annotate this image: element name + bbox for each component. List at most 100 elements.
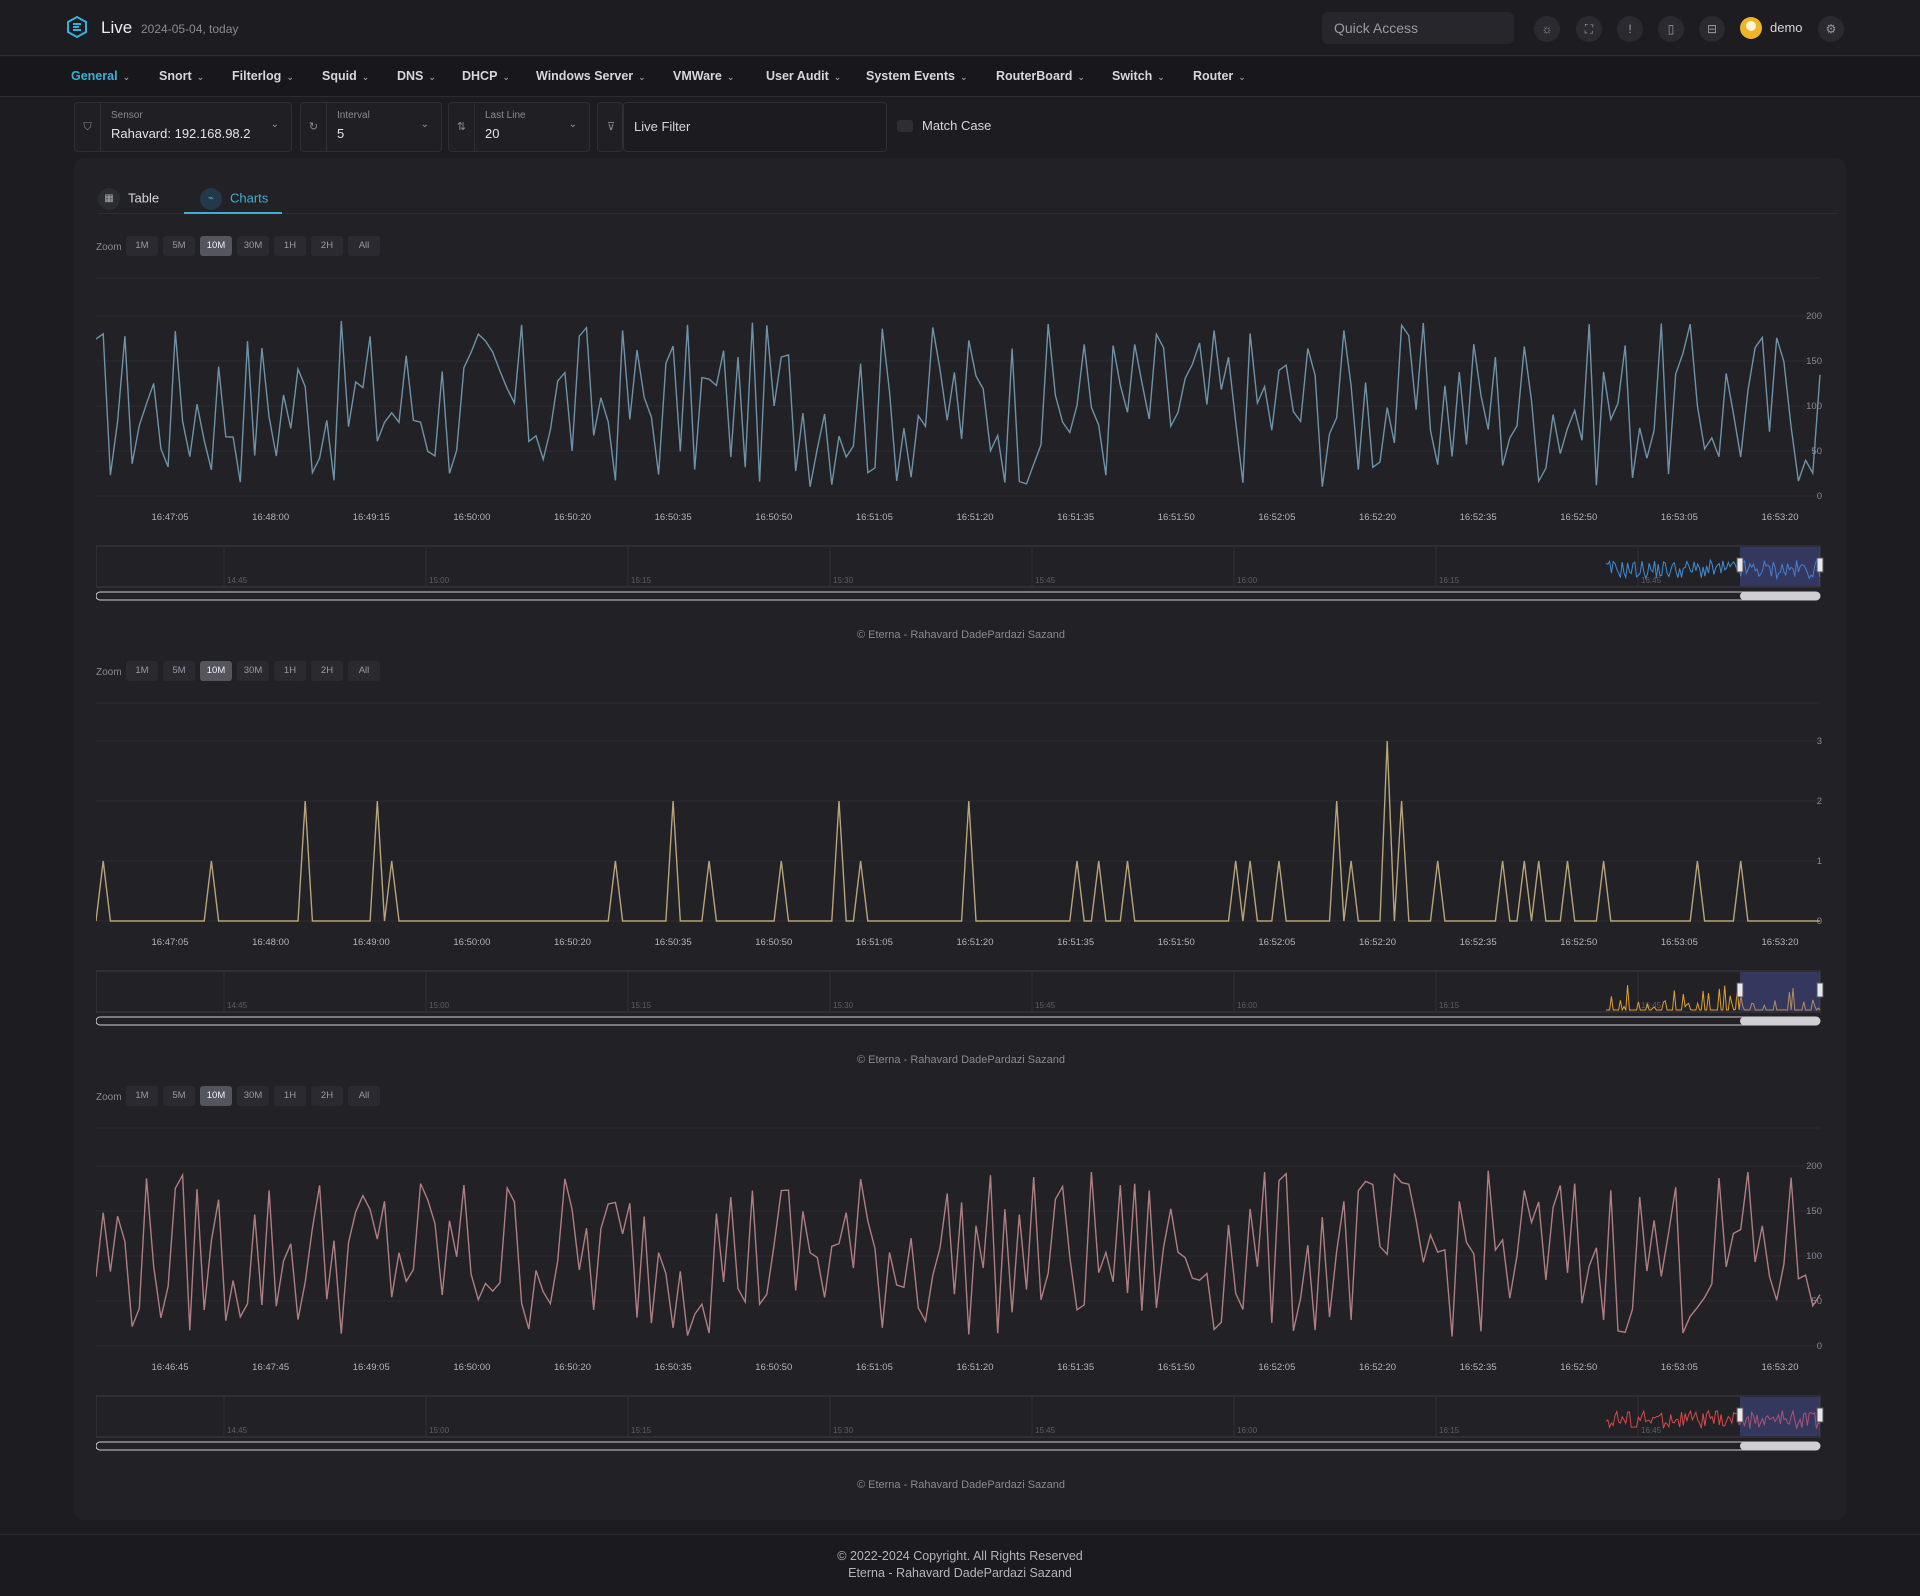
navigator-frame — [96, 1395, 1821, 1438]
chevron-down-icon: ⌄ — [286, 72, 294, 82]
nav-item-router[interactable]: Router ⌄ — [1193, 69, 1246, 83]
zoom-label: Zoom — [96, 242, 122, 253]
navigator-handle[interactable] — [1816, 982, 1824, 998]
zoom-button-all[interactable]: All — [348, 661, 380, 681]
x-tick-label: 16:51:05 — [856, 937, 893, 948]
navigator-tick-label: 15:30 — [833, 1426, 854, 1435]
nav-item-squid[interactable]: Squid ⌄ — [322, 69, 369, 83]
device-icon[interactable]: ▯ — [1658, 16, 1684, 42]
navigator-selection[interactable] — [1740, 1397, 1820, 1436]
navigator-tick-label: 15:00 — [429, 1001, 450, 1010]
nav-item-label: Snort — [159, 69, 192, 83]
nav-item-snort[interactable]: Snort ⌄ — [159, 69, 204, 83]
tab-table[interactable]: ▦ Table — [98, 180, 172, 214]
refresh-icon: ↻ — [301, 103, 327, 151]
x-tick-label: 16:51:50 — [1158, 937, 1195, 948]
nav-item-switch[interactable]: Switch ⌄ — [1112, 69, 1165, 83]
chevron-down-icon: ⌄ — [196, 72, 205, 82]
fullscreen-icon[interactable]: ⛶ — [1576, 16, 1602, 42]
x-tick-label: 16:47:45 — [252, 1362, 289, 1373]
nav-item-windows-server[interactable]: Windows Server ⌄ — [536, 69, 646, 83]
zoom-button-5m[interactable]: 5M — [163, 1086, 195, 1106]
scrollbar-thumb[interactable] — [1740, 1442, 1820, 1450]
quick-access-input[interactable]: Quick Access — [1322, 12, 1514, 44]
briefcase-icon[interactable]: ⊟ — [1699, 16, 1725, 42]
last-line-select[interactable]: ⇅ Last Line 20 ⌄ — [448, 102, 590, 152]
zoom-button-1m[interactable]: 1M — [126, 1086, 158, 1106]
line-chart-svg[interactable]: 20015010050016:46:45 16:47:45 16:49:05 16:5… — [96, 1116, 1826, 1496]
nav-item-filterlog[interactable]: Filterlog ⌄ — [232, 69, 294, 83]
nav-item-general[interactable]: General ⌄ — [71, 69, 130, 83]
navigator-handle[interactable] — [1736, 557, 1744, 573]
navigator-handle[interactable] — [1736, 982, 1744, 998]
scrollbar-thumb[interactable] — [1740, 592, 1820, 600]
scrollbar-thumb[interactable] — [1740, 1017, 1820, 1025]
user-name[interactable]: demo — [1770, 20, 1803, 35]
live-filter-input[interactable]: Live Filter — [623, 102, 887, 152]
tab-charts-label: Charts — [230, 190, 269, 206]
nav-item-label: Switch — [1112, 69, 1153, 83]
zoom-button-1m[interactable]: 1M — [126, 236, 158, 256]
navigator-selection[interactable] — [1740, 972, 1820, 1011]
app-title: Live — [101, 18, 133, 37]
x-tick-label: 16:52:35 — [1460, 937, 1497, 948]
sun-icon[interactable]: ☼ — [1534, 16, 1560, 42]
y-tick-label: 2 — [1817, 796, 1822, 807]
x-tick-label: 16:53:05 — [1661, 1362, 1698, 1373]
zoom-button-10m[interactable]: 10M — [200, 236, 232, 256]
navigator-tick-label: 14:45 — [227, 1426, 248, 1435]
eterna-logo-icon[interactable] — [66, 16, 88, 38]
zoom-button-30m[interactable]: 30M — [237, 661, 269, 681]
line-chart-svg[interactable]: 321016:47:05 16:48:00 16:49:00 16:50:00 16:5… — [96, 691, 1826, 1071]
top-bar: Live 2024-05-04, today Quick Access ☼ ⛶ … — [0, 0, 1920, 56]
zoom-button-1h[interactable]: 1H — [274, 236, 306, 256]
navigator-tick-label: 16:15 — [1439, 1426, 1460, 1435]
match-case-toggle[interactable] — [897, 120, 913, 132]
nav-item-label: User Audit — [766, 69, 829, 83]
navigator-scrollbar[interactable] — [96, 1441, 1821, 1451]
zoom-button-2h[interactable]: 2H — [311, 1086, 343, 1106]
zoom-button-10m[interactable]: 10M — [200, 661, 232, 681]
navigator-handle[interactable] — [1736, 1407, 1744, 1423]
series-line[interactable] — [96, 320, 1821, 487]
y-tick-label: 200 — [1806, 311, 1822, 322]
navigator-selection[interactable] — [1740, 547, 1820, 586]
nav-item-routerboard[interactable]: RouterBoard ⌄ — [996, 69, 1085, 83]
zoom-button-2h[interactable]: 2H — [311, 661, 343, 681]
x-tick-label: 16:50:20 — [554, 937, 591, 948]
chevron-down-icon: ⌄ — [959, 72, 968, 82]
zoom-button-30m[interactable]: 30M — [237, 236, 269, 256]
interval-select[interactable]: ↻ Interval 5 ⌄ — [300, 102, 442, 152]
zoom-button-10m[interactable]: 10M — [200, 1086, 232, 1106]
navigator-handle[interactable] — [1816, 1407, 1824, 1423]
sensor-select[interactable]: ⛉ Sensor Rahavard: 192.168.98.2 ⌄ — [74, 102, 292, 152]
nav-item-user-audit[interactable]: User Audit ⌄ — [766, 69, 841, 83]
gear-icon[interactable]: ⚙ — [1818, 16, 1844, 42]
zoom-button-1h[interactable]: 1H — [274, 1086, 306, 1106]
nav-item-dhcp[interactable]: DHCP ⌄ — [462, 69, 510, 83]
x-tick-label: 16:52:50 — [1560, 512, 1597, 523]
avatar[interactable] — [1740, 17, 1762, 39]
zoom-button-2h[interactable]: 2H — [311, 236, 343, 256]
alert-icon[interactable]: ! — [1617, 16, 1643, 42]
navigator-handle[interactable] — [1816, 557, 1824, 573]
zoom-button-30m[interactable]: 30M — [237, 1086, 269, 1106]
tab-charts[interactable]: ⌁ Charts — [184, 180, 282, 214]
series-line[interactable] — [96, 1170, 1821, 1337]
nav-item-system-events[interactable]: System Events ⌄ — [866, 69, 967, 83]
zoom-button-5m[interactable]: 5M — [163, 236, 195, 256]
nav-item-vmware[interactable]: VMWare ⌄ — [673, 69, 734, 83]
x-tick-label: 16:52:20 — [1359, 1362, 1396, 1373]
x-tick-label: 16:52:05 — [1258, 512, 1295, 523]
zoom-button-all[interactable]: All — [348, 1086, 380, 1106]
nav-item-dns[interactable]: DNS ⌄ — [397, 69, 436, 83]
zoom-button-1m[interactable]: 1M — [126, 661, 158, 681]
zoom-button-all[interactable]: All — [348, 236, 380, 256]
navigator-scrollbar[interactable] — [96, 1016, 1821, 1026]
zoom-button-1h[interactable]: 1H — [274, 661, 306, 681]
navigator-scrollbar[interactable] — [96, 591, 1821, 601]
zoom-button-5m[interactable]: 5M — [163, 661, 195, 681]
line-chart-svg[interactable]: 200 150 100 50 0 16:47:05 16:48:00 16:49:15 16:5… — [96, 266, 1826, 646]
x-tick-label: 16:50:00 — [453, 512, 490, 523]
series-line[interactable] — [96, 740, 1820, 922]
